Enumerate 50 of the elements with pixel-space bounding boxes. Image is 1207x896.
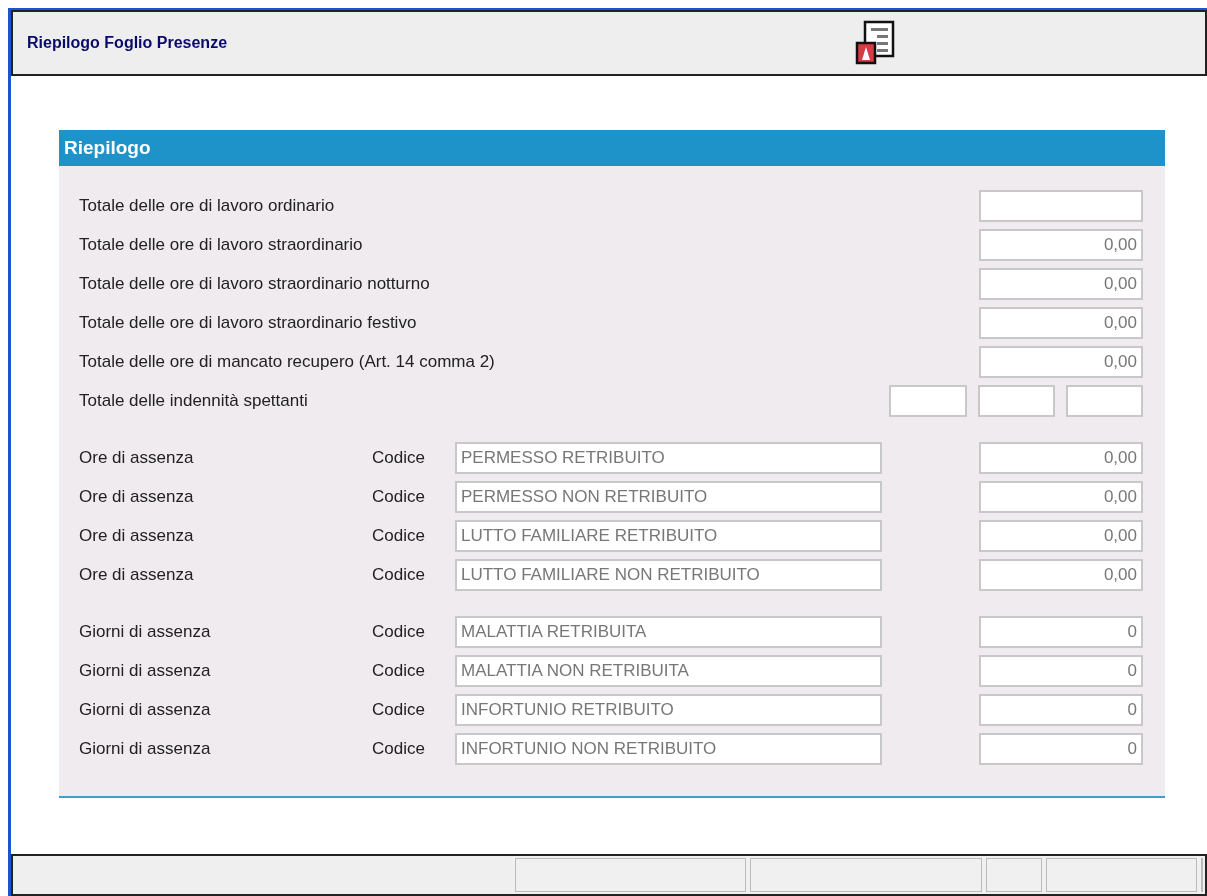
field-label: Ore di assenza	[79, 447, 195, 469]
status-pane	[985, 858, 1042, 892]
page-title: Riepilogo Foglio Presenze	[27, 33, 228, 53]
code-field[interactable]: INFORTUNIO RETRIBUITO	[455, 694, 882, 726]
document-icon[interactable]	[855, 20, 895, 66]
number-field[interactable]: 0	[979, 616, 1143, 648]
code-field[interactable]: PERMESSO NON RETRIBUITO	[455, 481, 882, 513]
code-label: Codice	[372, 525, 426, 547]
code-field[interactable]: LUTTO FAMILIARE NON RETRIBUITO	[455, 559, 882, 591]
code-label: Codice	[372, 660, 426, 682]
number-field[interactable]: 0	[979, 694, 1143, 726]
code-label: Codice	[372, 738, 426, 760]
number-field[interactable]: 0,00	[979, 346, 1143, 378]
field-label: Totale delle ore di lavoro straordinario notturno	[79, 273, 430, 295]
field-label: Ore di assenza	[79, 486, 195, 508]
field-label: Giorni di assenza	[79, 660, 212, 682]
field-label: Ore di assenza	[79, 525, 195, 547]
number-field[interactable]: 0	[979, 733, 1143, 765]
field-label: Totale delle ore di mancato recupero (Art. 14 comma 2)	[79, 351, 495, 373]
number-field[interactable]	[979, 190, 1143, 222]
number-field[interactable]: 0,00	[979, 481, 1143, 513]
field-label: Totale delle ore di lavoro ordinario	[79, 195, 335, 217]
code-field[interactable]: PERMESSO RETRIBUITO	[455, 442, 882, 474]
number-field[interactable]: 0	[979, 655, 1143, 687]
input-field[interactable]	[889, 385, 967, 417]
input-field[interactable]	[978, 385, 1055, 417]
number-field[interactable]: 0,00	[979, 442, 1143, 474]
code-field[interactable]: LUTTO FAMILIARE RETRIBUITO	[455, 520, 882, 552]
code-field[interactable]: MALATTIA NON RETRIBUITA	[455, 655, 882, 687]
input-field[interactable]	[1066, 385, 1143, 417]
field-label: Totale delle indennità spettanti	[79, 390, 308, 412]
field-label: Giorni di assenza	[79, 621, 212, 643]
field-label: Giorni di assenza	[79, 738, 212, 760]
field-label: Giorni di assenza	[79, 699, 212, 721]
panel-title: Riepilogo	[64, 135, 151, 160]
number-field[interactable]: 0,00	[979, 229, 1143, 261]
field-label: Totale delle ore di lavoro straordinario festivo	[79, 312, 417, 334]
field-label: Ore di assenza	[79, 564, 195, 586]
code-field[interactable]: MALATTIA RETRIBUITA	[455, 616, 882, 648]
number-field[interactable]: 0,00	[979, 559, 1143, 591]
field-label: Totale delle ore di lavoro straordinario	[79, 234, 363, 256]
number-field[interactable]: 0,00	[979, 307, 1143, 339]
code-field[interactable]: INFORTUNIO NON RETRIBUITO	[455, 733, 882, 765]
number-field[interactable]: 0,00	[979, 268, 1143, 300]
code-label: Codice	[372, 564, 426, 586]
number-field[interactable]: 0,00	[979, 520, 1143, 552]
code-label: Codice	[372, 699, 426, 721]
code-label: Codice	[372, 447, 426, 469]
code-label: Codice	[372, 486, 426, 508]
code-label: Codice	[372, 621, 426, 643]
